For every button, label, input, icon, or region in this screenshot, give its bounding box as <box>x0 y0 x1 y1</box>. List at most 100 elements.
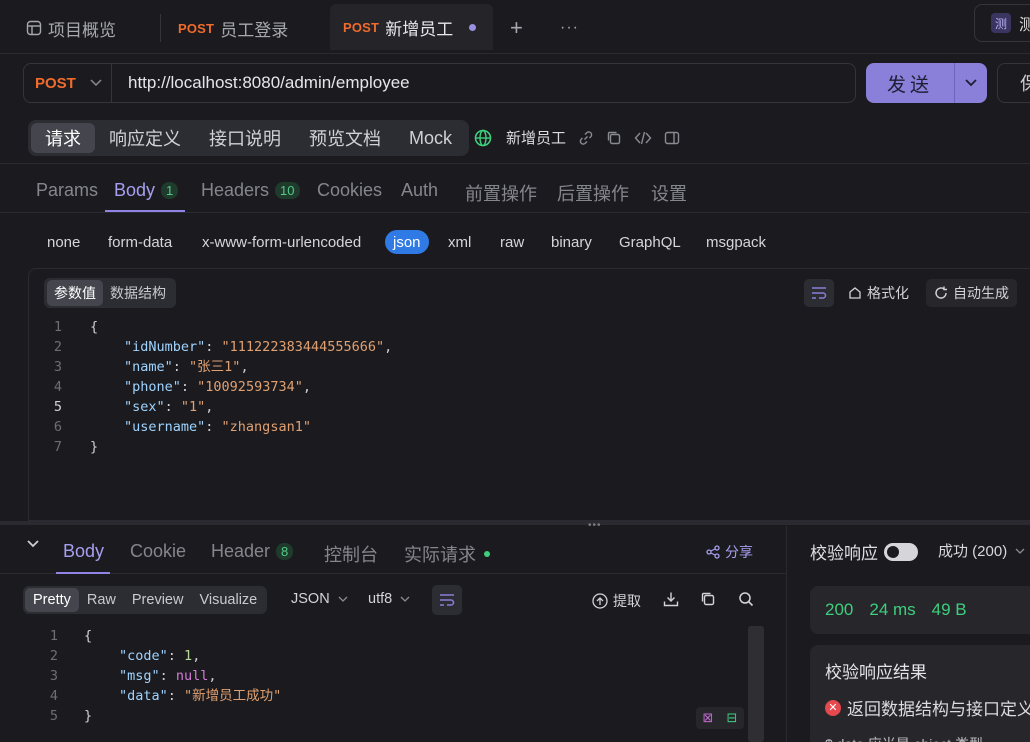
api-name[interactable]: 新增员工 <box>506 127 566 148</box>
body-type-xml[interactable]: xml <box>448 230 471 254</box>
status-dot-icon <box>484 551 490 557</box>
send-options-chevron-icon[interactable] <box>954 63 987 103</box>
collapse-icon[interactable]: ⊟ <box>727 710 738 726</box>
tab-post-ops[interactable]: 后置操作 <box>557 180 629 206</box>
line-number: 3 <box>53 359 62 375</box>
download-icon[interactable] <box>663 591 679 610</box>
view-preview[interactable]: Preview <box>124 588 192 612</box>
body-type-raw[interactable]: raw <box>500 230 524 254</box>
encoding-select[interactable]: utf8 <box>368 591 410 607</box>
extract-button[interactable]: 提取 <box>592 591 641 611</box>
segment-api-doc[interactable]: 接口说明 <box>195 123 295 153</box>
tab-project-overview[interactable]: 项目概览 <box>26 8 116 48</box>
tab-label: 员工登录 <box>220 20 289 40</box>
code-line: "sex": "1", <box>124 399 214 415</box>
tab-cookies[interactable]: Cookies <box>317 180 382 201</box>
tab-settings[interactable]: 设置 <box>651 180 687 206</box>
tab-employee-login[interactable]: POST 员工登录 <box>178 8 288 48</box>
url-input[interactable]: http://localhost:8080/admin/employee <box>112 63 856 103</box>
wrap-toggle-button[interactable] <box>804 279 834 307</box>
response-tab-cookie[interactable]: Cookie <box>130 541 186 562</box>
body-type-json[interactable]: json <box>385 230 429 254</box>
format-icon <box>848 286 862 300</box>
env-label: 测 <box>1019 17 1030 34</box>
editor-tab-values[interactable]: 参数值 <box>47 280 103 306</box>
chevron-down-icon <box>90 79 102 87</box>
response-tab-console[interactable]: 控制台 <box>324 541 378 567</box>
expand-icon[interactable]: ⊠ <box>703 710 714 726</box>
tab-add-employee[interactable]: POST 新增员工 <box>330 4 493 50</box>
segment-response-def[interactable]: 响应定义 <box>95 123 195 153</box>
response-view-tabs: Pretty Raw Preview Visualize <box>23 586 268 614</box>
tab-method: POST <box>343 19 380 35</box>
encoding-value: utf8 <box>368 591 393 607</box>
share-button[interactable]: 分享 <box>706 542 753 562</box>
env-badge: 测 <box>991 13 1011 33</box>
editor-tab-schema[interactable]: 数据结构 <box>103 280 173 306</box>
body-type-urlencoded[interactable]: x-www-form-urlencoded <box>202 230 361 254</box>
tab-bar: 项目概览 POST 员工登录 POST 新增员工 + ··· 测 测 <box>0 0 1030 54</box>
format-label: 格式化 <box>867 285 909 301</box>
response-tab-actual-request[interactable]: 实际请求 <box>404 541 490 567</box>
search-icon[interactable] <box>738 591 754 610</box>
param-tabs: Params Body 1 Headers 10 Cookies Auth 前置… <box>0 163 1030 213</box>
code-line: { <box>90 319 99 335</box>
json-key: "name" <box>124 359 173 375</box>
segment-request[interactable]: 请求 <box>31 123 95 153</box>
send-button[interactable]: 发送 <box>866 63 987 103</box>
save-button[interactable]: 保 <box>997 63 1030 103</box>
code-icon[interactable] <box>634 130 652 146</box>
collapse-response-button[interactable] <box>27 540 39 548</box>
response-code[interactable]: 1 2 3 4 5 { "code": 1, "msg": null, "dat… <box>24 626 764 742</box>
json-key: "code" <box>119 648 168 664</box>
error-icon: ✕ <box>825 699 841 716</box>
tab-auth[interactable]: Auth <box>401 180 438 201</box>
tab-body[interactable]: Body 1 <box>114 180 179 201</box>
body-type-form-data[interactable]: form-data <box>108 230 172 254</box>
body-type-graphql[interactable]: GraphQL <box>619 230 681 254</box>
validate-status: 成功 (200) <box>938 543 1008 560</box>
method-select[interactable]: POST <box>23 63 112 103</box>
response-wrap-button[interactable] <box>432 585 462 615</box>
copy-icon[interactable] <box>700 591 716 610</box>
line-number: 6 <box>53 419 62 435</box>
chevron-down-icon <box>27 540 39 548</box>
more-tabs-button[interactable]: ··· <box>560 8 579 48</box>
segment-mock[interactable]: Mock <box>395 123 466 153</box>
extract-label: 提取 <box>613 593 641 609</box>
response-tab-body[interactable]: Body <box>63 541 104 562</box>
new-tab-button[interactable]: + <box>510 8 523 48</box>
body-type-msgpack[interactable]: msgpack <box>706 230 766 254</box>
response-tab-header[interactable]: Header 8 <box>211 541 294 562</box>
validate-toggle[interactable] <box>884 542 918 561</box>
format-value: JSON <box>291 591 330 607</box>
json-value: 1 <box>184 648 193 664</box>
copy-icon[interactable] <box>606 130 622 146</box>
environment-selector[interactable]: 测 测 <box>974 4 1030 42</box>
sidebar-toggle-icon[interactable] <box>664 130 680 146</box>
panel-splitter[interactable]: ••• <box>0 520 1030 531</box>
code-line: "name": "张三1", <box>124 359 249 375</box>
json-value: "新增员工成功" <box>184 688 282 704</box>
format-button[interactable]: 格式化 <box>848 279 909 307</box>
code-line: "data": "新增员工成功" <box>119 688 282 704</box>
format-select[interactable]: JSON <box>291 591 348 607</box>
tab-params[interactable]: Params <box>36 180 98 201</box>
tab-headers[interactable]: Headers 10 <box>201 180 300 201</box>
validate-status-select[interactable]: 成功 (200) <box>938 540 1025 561</box>
link-icon[interactable] <box>578 130 594 146</box>
body-type-binary[interactable]: binary <box>551 230 592 254</box>
line-number: 5 <box>53 399 62 415</box>
segment-preview-doc[interactable]: 预览文档 <box>295 123 395 153</box>
tab-pre-ops[interactable]: 前置操作 <box>465 180 537 206</box>
response-scrollbar[interactable] <box>748 626 764 742</box>
headers-count-badge: 10 <box>275 182 300 199</box>
auto-generate-button[interactable]: 自动生成 <box>926 279 1017 307</box>
view-pretty[interactable]: Pretty <box>25 588 79 612</box>
tab-method: POST <box>178 20 215 36</box>
response-size: 49 B <box>931 600 967 619</box>
body-type-none[interactable]: none <box>47 230 80 254</box>
header-count-badge: 8 <box>276 543 294 560</box>
view-raw[interactable]: Raw <box>79 588 124 612</box>
view-visualize[interactable]: Visualize <box>191 588 265 612</box>
